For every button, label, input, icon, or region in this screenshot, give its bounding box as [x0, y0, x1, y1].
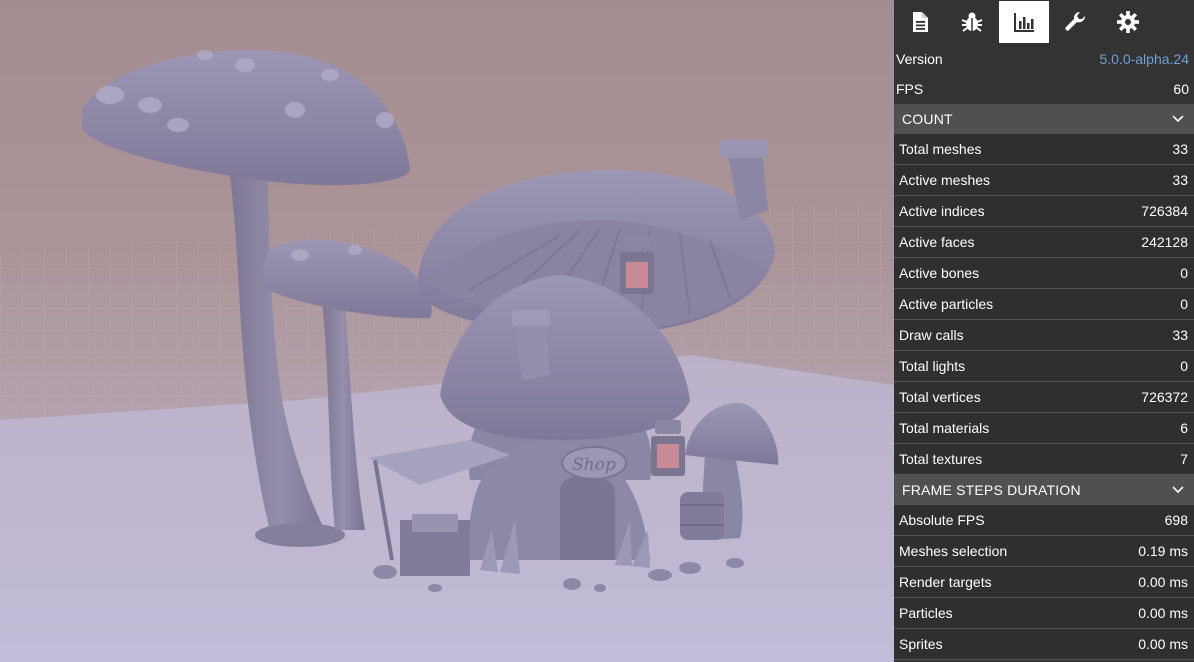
count-row: Active particles 0 — [894, 289, 1194, 320]
frame-steps-section-header[interactable]: FRAME STEPS DURATION — [894, 475, 1194, 505]
wrench-icon — [1065, 11, 1086, 31]
stat-value: 33 — [1172, 327, 1188, 343]
tab-statistics[interactable] — [998, 0, 1050, 44]
stat-label: Total vertices — [899, 389, 981, 405]
count-section-header[interactable]: COUNT — [894, 104, 1194, 134]
count-row: Total lights 0 — [894, 351, 1194, 382]
render-canvas[interactable]: Shop — [0, 0, 894, 662]
stat-label: Active particles — [899, 296, 994, 312]
count-row: Draw calls 33 — [894, 320, 1194, 351]
stat-value: 0.00 ms — [1138, 636, 1188, 652]
frame-step-row: Absolute FPS 698 — [894, 505, 1194, 536]
frame-steps-section-title: FRAME STEPS DURATION — [902, 482, 1081, 498]
tab-settings[interactable] — [1102, 0, 1154, 44]
tab-tools[interactable] — [1050, 0, 1102, 44]
stat-value: 0 — [1180, 265, 1188, 281]
fps-row: FPS 60 — [894, 74, 1194, 104]
gear-icon — [1117, 11, 1139, 33]
stat-label: Total lights — [899, 358, 966, 374]
count-section-title: COUNT — [902, 111, 953, 127]
version-link[interactable]: 5.0.0-alpha.24 — [1099, 51, 1189, 67]
stat-value: 0.19 ms — [1138, 543, 1188, 559]
lantern — [620, 236, 654, 294]
stat-value: 0.00 ms — [1138, 605, 1188, 621]
stat-label: Total textures — [899, 451, 983, 467]
stat-value: 7 — [1180, 451, 1188, 467]
chevron-down-icon — [1172, 115, 1184, 123]
count-row: Active bones 0 — [894, 258, 1194, 289]
stat-label: Sprites — [899, 636, 943, 652]
count-row: Active faces 242128 — [894, 227, 1194, 258]
tab-properties[interactable] — [894, 0, 946, 44]
stat-value: 0.00 ms — [1138, 574, 1188, 590]
bug-icon — [961, 12, 983, 32]
stat-value: 6 — [1180, 420, 1188, 436]
stat-label: Particles — [899, 605, 953, 621]
frame-step-row: Sprites 0.00 ms — [894, 629, 1194, 660]
count-row: Total materials 6 — [894, 413, 1194, 444]
stat-value: 0 — [1180, 296, 1188, 312]
count-list: Total meshes 33 Active meshes 33 Active in… — [894, 134, 1194, 475]
stat-label: Absolute FPS — [899, 512, 985, 528]
stat-label: Draw calls — [899, 327, 964, 343]
count-row: Total textures 7 — [894, 444, 1194, 475]
frame-step-row: Particles 0.00 ms — [894, 598, 1194, 629]
chevron-down-icon — [1172, 486, 1184, 494]
count-row: Active indices 726384 — [894, 196, 1194, 227]
inspector-panel: Version 5.0.0-alpha.24 FPS 60 COUNT Tota… — [894, 0, 1194, 662]
stat-label: Render targets — [899, 574, 992, 590]
stat-label: Total meshes — [899, 141, 982, 157]
frame-step-row: Render targets 0.00 ms — [894, 567, 1194, 598]
document-icon — [913, 12, 928, 32]
version-row: Version 5.0.0-alpha.24 — [894, 44, 1194, 74]
count-row: Active meshes 33 — [894, 165, 1194, 196]
frame-steps-list: Absolute FPS 698 Meshes selection 0.19 ms … — [894, 505, 1194, 660]
stat-value: 33 — [1172, 141, 1188, 157]
frame-step-row: Meshes selection 0.19 ms — [894, 536, 1194, 567]
version-label: Version — [896, 51, 943, 67]
stat-value: 0 — [1180, 358, 1188, 374]
stat-label: Meshes selection — [899, 543, 1008, 559]
stat-label: Active faces — [899, 234, 975, 250]
shop-sign-text: Shop — [572, 455, 616, 475]
stat-label: Active bones — [899, 265, 980, 281]
stat-label: Active indices — [899, 203, 985, 219]
stat-label: Active meshes — [899, 172, 991, 188]
stat-value: 242128 — [1141, 234, 1188, 250]
fps-value: 60 — [1173, 81, 1189, 97]
lantern — [651, 420, 685, 476]
inspector-tab-bar — [894, 0, 1194, 44]
tab-debug[interactable] — [946, 0, 998, 44]
statistics-icon — [1014, 13, 1034, 32]
stat-value: 726372 — [1141, 389, 1188, 405]
count-row: Total vertices 726372 — [894, 382, 1194, 413]
mushroom-scene: Shop — [0, 50, 894, 662]
count-row: Total meshes 33 — [894, 134, 1194, 165]
fps-label: FPS — [896, 81, 924, 97]
stat-value: 698 — [1164, 512, 1188, 528]
stat-value: 33 — [1172, 172, 1188, 188]
stat-value: 726384 — [1141, 203, 1188, 219]
stat-label: Total materials — [899, 420, 990, 436]
